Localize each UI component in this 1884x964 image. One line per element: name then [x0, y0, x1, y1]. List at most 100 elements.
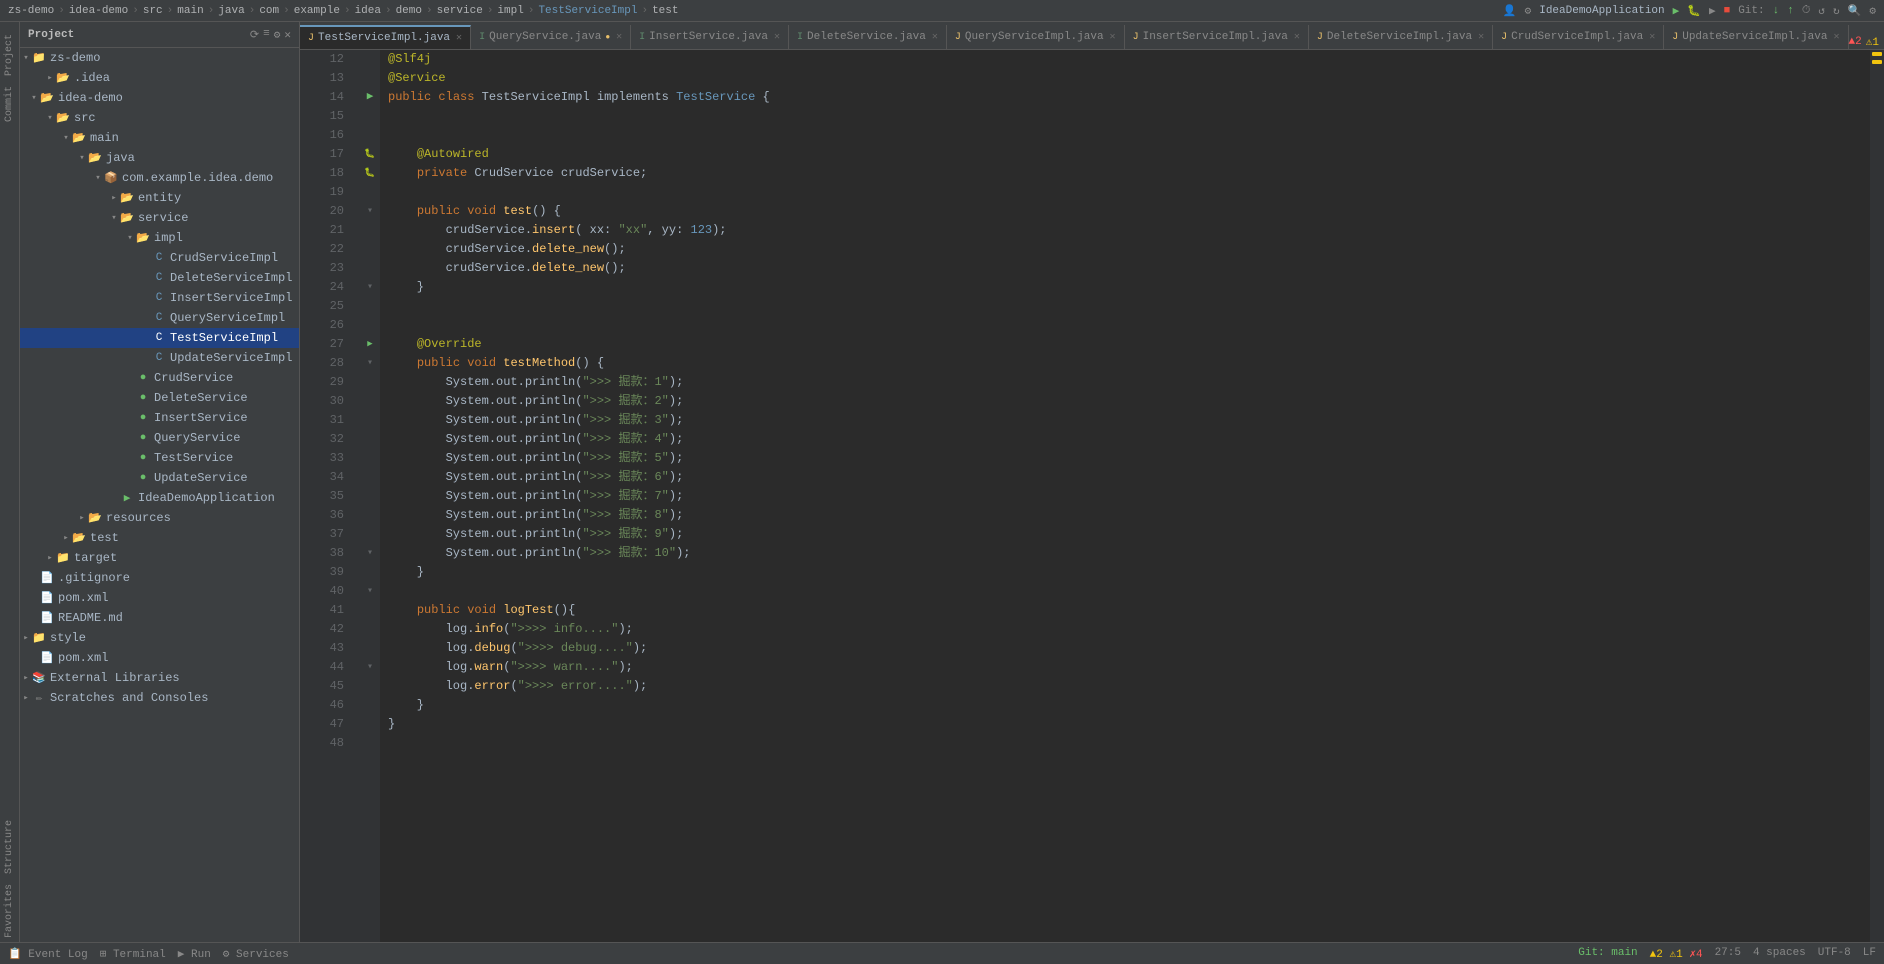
tree-item-query-impl[interactable]: C QueryServiceImpl [20, 308, 299, 328]
tree-item-gitignore[interactable]: 📄 .gitignore [20, 568, 299, 588]
gutter-fold-40[interactable]: ▾ [360, 582, 380, 601]
tab-insertserviceimpl[interactable]: J InsertServiceImpl.java ✕ [1125, 25, 1309, 49]
tree-item-test-service[interactable]: ● TestService [20, 448, 299, 468]
tree-item-insert-service[interactable]: ● InsertService [20, 408, 299, 428]
tree-item-delete-service[interactable]: ● DeleteService [20, 388, 299, 408]
tree-item-package[interactable]: ▾ 📦 com.example.idea.demo [20, 168, 299, 188]
tree-item-insert-impl[interactable]: C InsertServiceImpl [20, 288, 299, 308]
redo-button[interactable]: ↻ [1833, 4, 1840, 18]
services-panel[interactable]: ⚙ Services [223, 947, 289, 961]
gutter-debug-18[interactable]: 🐛 [360, 164, 380, 183]
gutter-run-14[interactable]: ▶ [360, 88, 380, 107]
tree-item-style[interactable]: ▸ 📁 style [20, 628, 299, 648]
gutter-fold-28[interactable]: ▾ [360, 354, 380, 373]
bc-com[interactable]: com [259, 5, 279, 17]
tree-item-src[interactable]: ▾ 📂 src [20, 108, 299, 128]
bc-service[interactable]: service [437, 5, 483, 17]
run-with-coverage-button[interactable]: ▶ [1709, 4, 1716, 18]
gutter-debug-17[interactable]: 🐛 [360, 145, 380, 164]
sync-icon[interactable]: ⟳ [250, 28, 259, 42]
tab-close-insertservice[interactable]: ✕ [774, 31, 780, 43]
tree-item-scratches[interactable]: ▸ ✏ Scratches and Consoles [20, 688, 299, 708]
bc-src[interactable]: src [143, 5, 163, 17]
tab-crudserviceimpl[interactable]: J CrudServiceImpl.java ✕ [1493, 25, 1664, 49]
tab-insertservice[interactable]: I InsertService.java ✕ [631, 25, 789, 49]
tree-item-update-service[interactable]: ● UpdateService [20, 468, 299, 488]
favorites-tab[interactable]: Favorites [2, 880, 17, 942]
tab-queryservice[interactable]: I QueryService.java ● ✕ [471, 25, 631, 49]
tree-item-crud-service[interactable]: ● CrudService [20, 368, 299, 388]
debug-button[interactable]: 🐛 [1687, 4, 1701, 18]
tree-item-zs-demo[interactable]: ▾ 📁 zs-demo [20, 48, 299, 68]
tree-item-target[interactable]: ▸ 📁 target [20, 548, 299, 568]
tab-close-queryservice[interactable]: ✕ [616, 31, 622, 43]
bc-impl[interactable]: impl [497, 5, 523, 17]
tree-item-main[interactable]: ▾ 📂 main [20, 128, 299, 148]
tab-deleteservice[interactable]: I DeleteService.java ✕ [789, 25, 947, 49]
tree-item-pom[interactable]: 📄 pom.xml [20, 588, 299, 608]
gutter-fold-38[interactable]: ▾ [360, 544, 380, 563]
gear-icon[interactable]: ⚙ [274, 28, 281, 42]
tree-item-java-folder[interactable]: ▾ 📂 java [20, 148, 299, 168]
tab-close-queryserviceimpl[interactable]: ✕ [1110, 31, 1116, 43]
bc-idea-demo[interactable]: idea-demo [69, 5, 128, 17]
gutter-fold-24[interactable]: ▾ [360, 278, 380, 297]
bc-testserviceimpl[interactable]: TestServiceImpl [538, 5, 637, 17]
undo-button[interactable]: ↺ [1818, 4, 1825, 18]
gutter-fold-20[interactable]: ▾ [360, 202, 380, 221]
bc-demo[interactable]: demo [396, 5, 422, 17]
bc-test[interactable]: test [652, 5, 678, 17]
tab-updateserviceimpl[interactable]: J UpdateServiceImpl.java ✕ [1664, 25, 1848, 49]
stop-button[interactable]: ■ [1724, 5, 1731, 17]
tab-close-deleteserviceimpl[interactable]: ✕ [1478, 31, 1484, 43]
tree-item-readme[interactable]: 📄 README.md [20, 608, 299, 628]
commit-tab[interactable]: Commit [2, 82, 17, 126]
vcs-icon[interactable]: ⚙ [1525, 4, 1532, 18]
code-editor[interactable]: 12 13 14 15 16 17 18 19 20 21 22 23 24 2… [300, 50, 1884, 942]
tree-item-query-service[interactable]: ● QueryService [20, 428, 299, 448]
tab-deleteserviceimpl[interactable]: J DeleteServiceImpl.java ✕ [1309, 25, 1493, 49]
tree-item-resources[interactable]: ▸ 📂 resources [20, 508, 299, 528]
gutter-run-27[interactable]: ▶ [360, 335, 380, 354]
tree-item-ext-libs[interactable]: ▸ 📚 External Libraries [20, 668, 299, 688]
tree-item-test-impl[interactable]: C TestServiceImpl [20, 328, 299, 348]
tab-close-updateserviceimpl[interactable]: ✕ [1833, 31, 1839, 43]
gutter-fold-44[interactable]: ▾ [360, 658, 380, 677]
tree-item-impl[interactable]: ▾ 📂 impl [20, 228, 299, 248]
bc-idea[interactable]: idea [355, 5, 381, 17]
settings-button[interactable]: ⚙ [1869, 4, 1876, 18]
structure-tab[interactable]: Structure [2, 816, 17, 878]
tab-close-crudserviceimpl[interactable]: ✕ [1649, 31, 1655, 43]
push-button[interactable]: ↑ [1787, 5, 1794, 17]
tree-item-update-impl[interactable]: C UpdateServiceImpl [20, 348, 299, 368]
tab-queryserviceimpl[interactable]: J QueryServiceImpl.java ✕ [947, 25, 1125, 49]
tree-item-crud-impl[interactable]: C CrudServiceImpl [20, 248, 299, 268]
tree-item-test-folder[interactable]: ▸ 📂 test [20, 528, 299, 548]
tree-item-entity[interactable]: ▸ 📂 entity [20, 188, 299, 208]
tab-close-deleteservice[interactable]: ✕ [932, 31, 938, 43]
bc-example[interactable]: example [294, 5, 340, 17]
tree-item-service[interactable]: ▾ 📂 service [20, 208, 299, 228]
search-everywhere-button[interactable]: 🔍 [1848, 4, 1862, 18]
tree-item-app[interactable]: ▶ IdeaDemoApplication [20, 488, 299, 508]
user-icon[interactable]: 👤 [1503, 4, 1517, 18]
run-button[interactable]: ▶ [1673, 4, 1680, 18]
tree-item-idea-demo[interactable]: ▾ 📂 idea-demo [20, 88, 299, 108]
tab-testserviceimpl[interactable]: J TestServiceImpl.java ✕ [300, 25, 471, 49]
tree-item-pom2[interactable]: 📄 pom.xml [20, 648, 299, 668]
code-content[interactable]: @Slf4j @Service public class TestService… [380, 50, 1870, 942]
bc-zs-demo[interactable]: zs-demo [8, 5, 54, 17]
close-panel-icon[interactable]: ✕ [284, 28, 291, 42]
terminal[interactable]: ⊞ Terminal [100, 947, 166, 961]
history-button[interactable]: ⏱ [1802, 5, 1811, 17]
project-tab[interactable]: Project [2, 30, 17, 80]
sort-icon[interactable]: ≡ [263, 28, 270, 42]
update-button[interactable]: ↓ [1773, 5, 1780, 17]
bc-main[interactable]: main [177, 5, 203, 17]
tab-close-testserviceimpl[interactable]: ✕ [456, 32, 462, 44]
tab-close-insertserviceimpl[interactable]: ✕ [1294, 31, 1300, 43]
event-log[interactable]: 📋 Event Log [8, 947, 88, 961]
tree-item-idea[interactable]: ▸ 📂 .idea [20, 68, 299, 88]
tree-item-delete-impl[interactable]: C DeleteServiceImpl [20, 268, 299, 288]
bc-java[interactable]: java [218, 5, 244, 17]
